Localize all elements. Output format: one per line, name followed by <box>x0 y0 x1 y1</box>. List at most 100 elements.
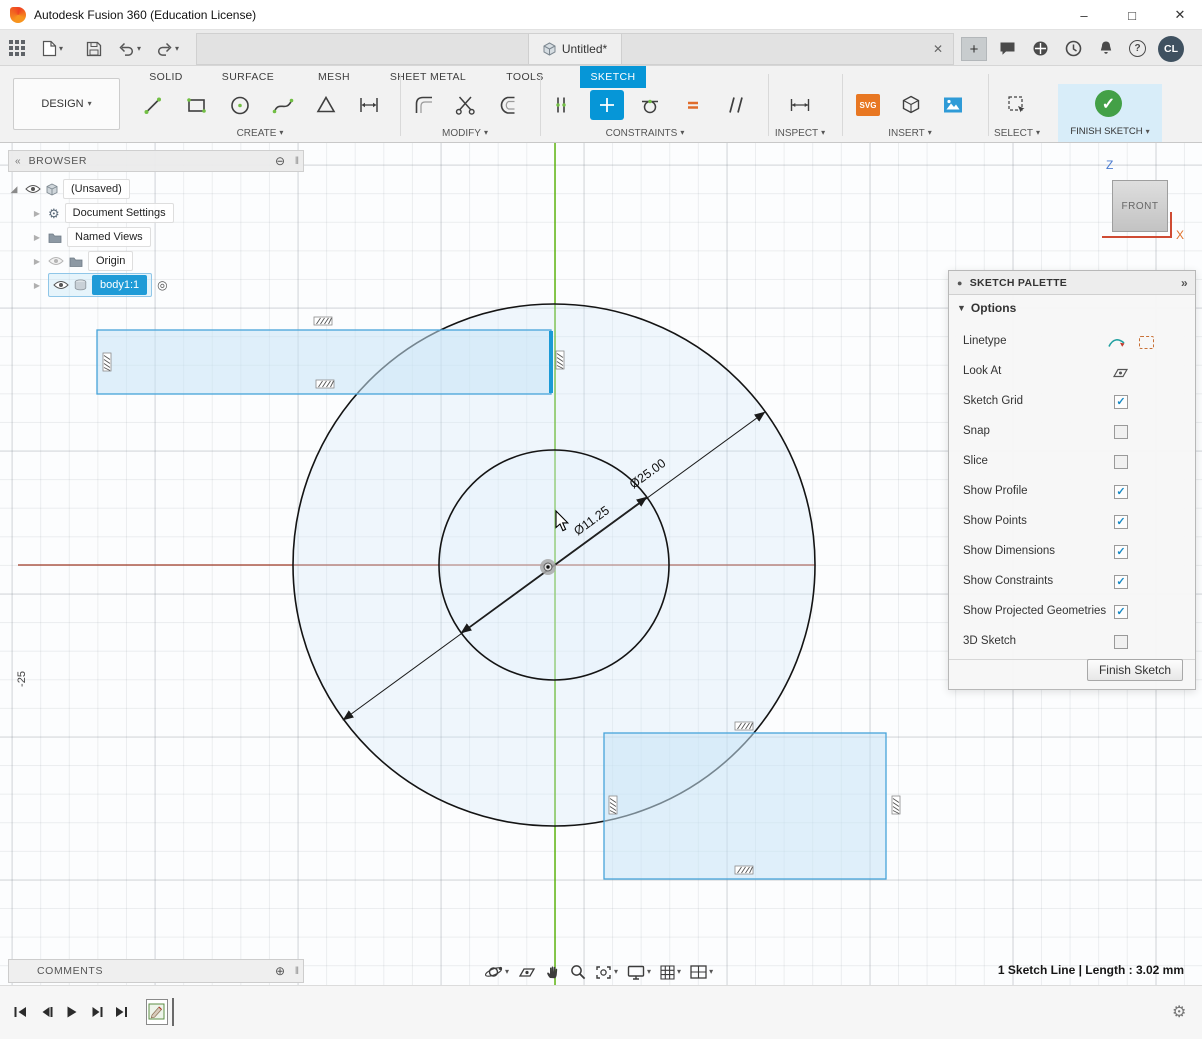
coincident-constraint-button-active[interactable] <box>590 90 624 120</box>
fillet-tool-button[interactable] <box>407 90 441 120</box>
timeline-go-to-start-button[interactable] <box>10 1004 30 1020</box>
undo-button[interactable]: ▾ <box>118 42 141 56</box>
linetype-construction-icon[interactable] <box>1139 336 1154 349</box>
selected-body-row[interactable]: body1:1 <box>48 273 152 296</box>
timeline-feature-sketch[interactable] <box>146 999 168 1025</box>
job-status-clock-icon[interactable] <box>1065 40 1082 57</box>
timeline-playhead[interactable] <box>172 998 174 1026</box>
ribbon-tab-solid[interactable]: SOLID <box>138 66 194 88</box>
browser-collapse-icon[interactable]: « <box>15 156 21 167</box>
show-projected-geometries-checkbox[interactable]: ✓ <box>1114 605 1128 619</box>
constraint-glyph[interactable] <box>556 351 564 369</box>
tree-expander-icon[interactable]: ▶ <box>31 281 43 290</box>
grid-settings-button[interactable]: ▾ <box>660 965 681 980</box>
offset-tool-button[interactable] <box>492 90 526 120</box>
sketch-rectangle-bottom[interactable] <box>604 733 886 879</box>
timeline-step-back-button[interactable] <box>36 1004 56 1020</box>
ribbon-tab-sheet-metal[interactable]: SHEET METAL <box>378 66 478 88</box>
constraint-glyph[interactable] <box>103 353 111 371</box>
sketch-dimension-tool-button[interactable] <box>352 90 386 120</box>
finish-sketch-button[interactable]: ✓ <box>1095 90 1122 117</box>
constraints-group-dropdown[interactable]: CONSTRAINTS▾ <box>585 126 705 140</box>
ribbon-tab-tools[interactable]: TOOLS <box>496 66 554 88</box>
insert-group-dropdown[interactable]: INSERT▾ <box>850 126 970 140</box>
tab-close-icon[interactable]: ✕ <box>933 42 943 56</box>
rectangle-tool-button[interactable] <box>180 90 214 120</box>
finish-sketch-dropdown[interactable]: FINISH SKETCH▾ <box>1058 126 1162 137</box>
circle-tool-button[interactable] <box>223 90 257 120</box>
browser-item-label[interactable]: (Unsaved) <box>63 179 130 198</box>
measure-tool-button[interactable] <box>783 90 817 120</box>
browser-item-document-settings[interactable]: ▶ ⚙ Document Settings <box>8 201 304 225</box>
tree-expander-icon[interactable]: ▶ <box>31 257 43 266</box>
browser-item-label[interactable]: Document Settings <box>65 203 174 222</box>
zoom-button[interactable] <box>570 964 586 980</box>
browser-item-label[interactable]: Origin <box>88 251 133 270</box>
ground-target-icon[interactable]: ◎ <box>157 278 167 292</box>
tree-expander-icon[interactable]: ▶ <box>31 209 43 218</box>
constraint-glyph[interactable] <box>735 866 753 874</box>
palette-expand-icon[interactable]: » <box>1181 276 1188 290</box>
minimize-button[interactable]: – <box>1062 0 1106 30</box>
viewcube[interactable]: Z FRONT X <box>1098 152 1194 250</box>
show-points-checkbox[interactable]: ✓ <box>1114 515 1128 529</box>
slice-checkbox[interactable]: ✓ <box>1114 455 1128 469</box>
linetype-normal-icon[interactable] <box>1107 336 1127 354</box>
insert-mesh-button[interactable] <box>894 90 928 120</box>
close-button[interactable]: ✕ <box>1158 0 1202 30</box>
3d-sketch-checkbox[interactable]: ✓ <box>1114 635 1128 649</box>
constraint-glyph[interactable] <box>609 796 617 814</box>
display-settings-button[interactable]: ▾ <box>627 965 651 980</box>
viewcube-front-face[interactable]: FRONT <box>1112 180 1168 232</box>
constraint-glyph[interactable] <box>892 796 900 814</box>
timeline-step-forward-button[interactable] <box>86 1004 106 1020</box>
redo-button[interactable]: ▾ <box>156 42 179 56</box>
ribbon-tab-sketch[interactable]: SKETCH <box>580 66 646 88</box>
browser-display-toggle-icon[interactable]: ⊖ <box>275 154 285 168</box>
constraint-glyph[interactable] <box>316 380 334 388</box>
insert-svg-button[interactable]: SVG <box>851 90 885 120</box>
timeline-play-button[interactable] <box>61 1004 81 1020</box>
ribbon-tab-mesh[interactable]: MESH <box>306 66 362 88</box>
modify-group-dropdown[interactable]: MODIFY▾ <box>405 126 525 140</box>
insert-canvas-button[interactable] <box>936 90 970 120</box>
constraint-glyph[interactable] <box>314 317 332 325</box>
pan-button[interactable] <box>545 964 561 980</box>
file-menu-button[interactable]: ▾ <box>42 40 63 57</box>
parallel-constraint-button[interactable] <box>719 90 753 120</box>
maximize-button[interactable]: □ <box>1110 0 1154 30</box>
browser-item-unsaved[interactable]: ◢ (Unsaved) <box>8 177 304 201</box>
comments-grip-icon[interactable]: ‖ <box>295 966 299 977</box>
browser-header[interactable]: « BROWSER ⊖ ‖ <box>8 150 304 172</box>
browser-item-label[interactable]: body1:1 <box>92 275 147 294</box>
visibility-eye-icon[interactable] <box>53 280 69 290</box>
show-dimensions-checkbox[interactable]: ✓ <box>1114 545 1128 559</box>
constraint-glyph[interactable] <box>735 722 753 730</box>
sketch-palette-header[interactable]: ● SKETCH PALETTE » <box>949 271 1195 295</box>
browser-item-named-views[interactable]: ▶ Named Views <box>8 225 304 249</box>
tangent-constraint-button[interactable] <box>633 90 667 120</box>
timeline-settings-gear-icon[interactable]: ⚙ <box>1172 1002 1186 1022</box>
browser-item-origin[interactable]: ▶ Origin <box>8 249 304 273</box>
extensions-icon[interactable] <box>1032 40 1049 57</box>
visibility-eye-off-icon[interactable] <box>48 256 64 266</box>
sketch-grid-checkbox[interactable]: ✓ <box>1114 395 1128 409</box>
snap-checkbox[interactable]: ✓ <box>1114 425 1128 439</box>
comments-bar[interactable]: COMMENTS ⊕ ‖ <box>8 959 304 983</box>
tree-root-expander-icon[interactable]: ◢ <box>8 184 20 195</box>
select-tool-button[interactable] <box>1000 90 1034 120</box>
origin-center-point[interactable] <box>540 559 556 575</box>
trim-tool-button[interactable] <box>449 90 483 120</box>
visibility-eye-icon[interactable] <box>25 184 41 194</box>
line-tool-button[interactable] <box>137 90 171 120</box>
document-tab[interactable]: Untitled* <box>528 34 622 64</box>
vertical-horizontal-constraint-button[interactable] <box>544 90 578 120</box>
avatar[interactable]: CL <box>1158 36 1184 62</box>
create-group-dropdown[interactable]: CREATE▾ <box>200 126 320 140</box>
viewports-button[interactable]: ▾ <box>690 965 713 979</box>
tree-expander-icon[interactable]: ▶ <box>31 233 43 242</box>
finish-sketch-palette-button[interactable]: Finish Sketch <box>1087 659 1183 681</box>
help-icon[interactable]: ? <box>1129 40 1146 57</box>
save-button[interactable] <box>86 41 102 57</box>
orbit-button[interactable]: ▾ <box>484 964 509 980</box>
